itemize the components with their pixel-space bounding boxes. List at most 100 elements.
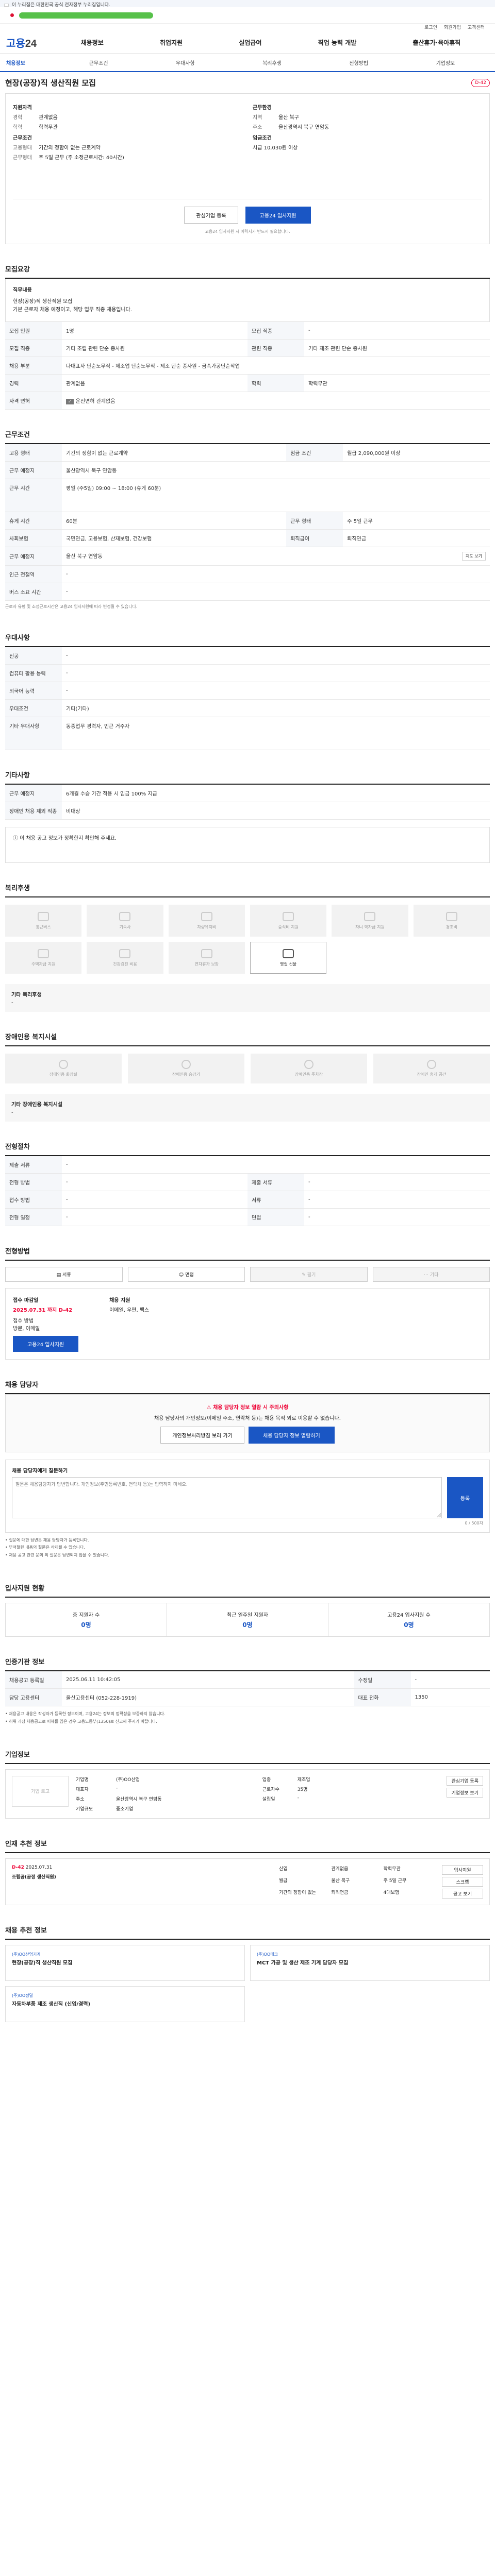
benefit-label: 중식비 지원 xyxy=(278,924,299,929)
support-link[interactable]: 고객센터 xyxy=(468,25,485,30)
gnb-item-jobs[interactable]: 채용정보 xyxy=(81,38,104,47)
other-apply-button[interactable]: 입사지원 xyxy=(442,1865,483,1875)
row-key: 채용 부분 xyxy=(5,357,62,375)
row-key: 우대조건 xyxy=(5,699,62,717)
tag: 학력무관 xyxy=(383,1866,401,1872)
screening-table: 제출 서류 - 전형 방법 - 제출 서류 - 접수 방법 - 서류 - 전형 일정 - 면접 - xyxy=(5,1156,490,1226)
apply-button[interactable]: 고용24 입사지원 xyxy=(245,207,311,224)
site-logo[interactable]: 고용24 xyxy=(6,35,53,50)
gnb-item-training[interactable]: 직업 능력 개발 xyxy=(318,38,357,47)
deadline-col: 접수 마감일 2025.07.31 까지 D-42 접수 방법 방문, 이메일 … xyxy=(13,1296,79,1352)
benefit-item: 중식비 지원 xyxy=(250,905,327,937)
contact-label: 채용 지원 xyxy=(109,1298,130,1303)
benefit-item-active: 명절 선물 xyxy=(250,942,327,974)
present-icon xyxy=(283,948,294,958)
privacy-policy-button[interactable]: 개인정보처리방침 보러 가기 xyxy=(160,1427,244,1444)
question-input[interactable] xyxy=(12,1477,442,1518)
lnb-item-company[interactable]: 기업정보 xyxy=(436,59,455,66)
view-manager-button[interactable]: 채용 담당자 정보 열람하기 xyxy=(249,1427,335,1444)
manager-notice: ⚠ 채용 담당자 정보 열람 시 주의사항 채용 담당자의 개인정보(이메일 주… xyxy=(5,1394,490,1452)
company-interest-button[interactable]: 관심기업 등록 xyxy=(447,1775,483,1786)
method-label: 필기 xyxy=(307,1273,316,1278)
restroom-icon xyxy=(59,1060,68,1069)
card-title: 현장(공장)직 생산직원 모집 xyxy=(12,1960,73,1966)
lnb-item-pref[interactable]: 우대사항 xyxy=(176,59,195,66)
job-card[interactable]: (주)OO산업기계현장(공장)직 생산직원 모집 xyxy=(5,1944,245,1981)
dday-badge: D-42 xyxy=(471,78,490,87)
career-value: 관계없음 xyxy=(39,115,58,121)
row-key: 경력 xyxy=(5,374,62,392)
benefit-label: 차량유지비 xyxy=(197,924,217,929)
meal-icon xyxy=(283,911,294,921)
row-key: 접수 방법 xyxy=(5,1191,62,1209)
company-info-button[interactable]: 기업정보 보기 xyxy=(447,1787,483,1798)
lnb-current[interactable]: 채용정보 xyxy=(6,59,55,66)
banner-pill[interactable] xyxy=(19,12,153,19)
job-card[interactable]: (주)OO테크 MCT 가공 및 생산 제조 기계 담당자 모집 xyxy=(250,1944,490,1981)
apply-method-label: 접수 방법 xyxy=(13,1318,34,1324)
company-logo: 기업 로고 xyxy=(12,1775,69,1807)
section-apply: 전형방법 ▤ 서류 ☺ 면접 ✎ 필기 ⋯ 기타 접수 마감일 2025.07.… xyxy=(5,1242,490,1360)
section-title: 전형방법 xyxy=(5,1242,490,1261)
gov-notice-bar: 이 누리집은 대한민국 공식 전자정부 누리집입니다. xyxy=(0,0,495,8)
other-job-row[interactable]: D-42 2025.07.31 조립공(공정 생산직원) 신입 관계없음 학력무관 … xyxy=(5,1858,490,1905)
etc-icon: ⋯ xyxy=(424,1273,430,1278)
benefit-label: 명절 선물 xyxy=(280,961,297,967)
row-key: 제출 서류 xyxy=(248,1173,304,1191)
logo-number: 24 xyxy=(25,38,37,49)
section-company: 기업정보 기업 로고 기업명 (주)OO산업 업종 제조업 대표자 - 근로자수 35명 주… xyxy=(5,1745,490,1819)
method-interview: ☺ 면접 xyxy=(127,1267,245,1282)
disability-item: 장애인용 승강기 xyxy=(128,1054,244,1083)
bullet-item: • 부적절한 내용의 질문은 삭제될 수 있습니다. xyxy=(5,1545,85,1550)
map-button[interactable]: 지도 보기 xyxy=(462,552,486,561)
lnb-item-benefit[interactable]: 복리후생 xyxy=(262,59,282,66)
row-value: 기타 제조 관련 단순 종사원 xyxy=(304,339,490,357)
calendar-icon xyxy=(201,948,212,958)
row-key: 고용 형태 xyxy=(5,444,62,462)
row-key: 면접 xyxy=(248,1208,304,1226)
meta-value: 제조업 xyxy=(297,1777,310,1783)
stat-label: 최근 일주일 지원자 xyxy=(227,1613,268,1619)
gov-notice-text: 이 누리집은 대한민국 공식 전자정부 누리집입니다. xyxy=(11,3,110,8)
summary-right: 근무환경 지역 울산 북구 주소 울산광역시 북구 연암동 임금조건 시급 10,0… xyxy=(253,100,482,163)
signup-link[interactable]: 회원가입 xyxy=(444,25,461,30)
meta-key: 설립일 xyxy=(262,1797,275,1802)
gnb-item-benefit[interactable]: 실업급여 xyxy=(239,38,261,47)
card-grid: (주)OO산업기계현장(공장)직 생산직원 모집 (주)OO테크 MCT 가공 및… xyxy=(5,1944,490,2022)
interest-button[interactable]: 관심기업 등록 xyxy=(184,207,238,224)
util-links: 로그인 회원가입 고객센터 xyxy=(0,24,495,32)
deadline-label: 접수 마감일 xyxy=(13,1298,39,1303)
view-job-button[interactable]: 공고 보기 xyxy=(442,1888,483,1899)
other-job-tags: 신입 관계없음 학력무관 월급 울산 북구 주 5일 근무 기간의 정함이 없는 퇴직연금… xyxy=(279,1865,434,1899)
row-value: 1350 xyxy=(410,1688,490,1707)
row-key: 전형 일정 xyxy=(5,1208,62,1226)
job-desc-line: 기본 근로자 채용 예정이고, 해당 업무 직종 채용입니다. xyxy=(13,307,133,313)
top-banner[interactable] xyxy=(0,7,495,24)
gnb-item-leave[interactable]: 출산휴가·육아휴직 xyxy=(412,38,460,47)
other-job-date: 2025.07.31 xyxy=(25,1865,53,1870)
section-title: 모집요강 xyxy=(5,260,490,279)
benefit-label: 주택자금 지원 xyxy=(31,961,56,967)
lnb-item-screen[interactable]: 전형방법 xyxy=(349,59,368,66)
other-job-title[interactable]: 조립공(공정 생산직원) xyxy=(12,1873,271,1880)
job-card[interactable]: (주)OO정밀 자동차부품 제조 생산직 (신입/경력) xyxy=(5,1986,245,2022)
workplace-value: 울산 북구 연암동 xyxy=(66,554,103,560)
row-key: 근무 예정지 xyxy=(5,785,62,802)
meta-key: 주소 xyxy=(76,1797,85,1802)
scrap-button[interactable]: 스크랩 xyxy=(442,1876,483,1887)
gnb-item-support[interactable]: 취업지원 xyxy=(160,38,183,47)
row-key: 컴퓨터 활용 능력 xyxy=(5,664,62,682)
bullet-item: • 질문에 대한 답변은 채용 담당자가 등록합니다. xyxy=(5,1538,89,1543)
section-etc: 기타사항 근무 예정지 6개월 수습 기간 적용 시 임금 100% 지급 장애인… xyxy=(5,766,490,863)
question-submit-button[interactable]: 등록 xyxy=(447,1477,483,1518)
banner-dot-icon xyxy=(10,13,14,17)
card-company: (주)OO산업기계 xyxy=(12,1952,41,1957)
stat-label: 총 지원자 수 xyxy=(72,1613,100,1619)
benefit-label: 기숙사 xyxy=(119,924,131,929)
disability-item: 장애인용 주차장 xyxy=(251,1054,367,1083)
apply-button-bottom[interactable]: 고용24 입사지원 xyxy=(13,1336,79,1352)
lnb-item-cond[interactable]: 근무조건 xyxy=(89,59,108,66)
section-title: 장애인용 복지시설 xyxy=(5,1027,490,1046)
login-link[interactable]: 로그인 xyxy=(424,25,437,30)
tag: 울산 북구 xyxy=(331,1878,350,1884)
